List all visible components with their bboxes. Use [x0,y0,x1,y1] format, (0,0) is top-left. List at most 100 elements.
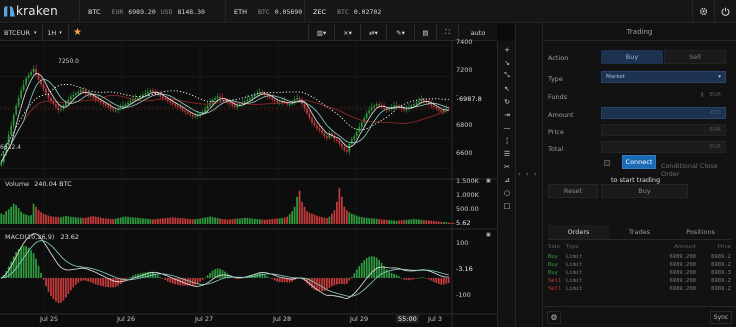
parallel-icon[interactable]: ⇥ [498,108,516,121]
tab-positions[interactable]: Positions [670,225,731,239]
shape-icon[interactable]: ⊿ [498,173,516,186]
amount-input[interactable]: BTC [601,107,726,119]
volume-bar [231,219,234,224]
volume-bar [261,219,264,224]
high-annotation: 7250.0 [58,58,79,65]
volume-bar [164,218,167,224]
hline-icon[interactable]: ↖ [498,82,516,95]
macd-histogram-bar [395,274,398,278]
candle-body [298,98,301,100]
brush-icon[interactable]: ✂ [498,160,516,173]
candle-body [152,90,154,92]
macd-title: MACD(10,26,9) 23.62 [5,233,79,241]
ray-icon[interactable]: ⤡ [498,69,516,82]
macd-histogram-bar [445,278,448,284]
volume-bar [388,220,390,224]
chevron-left-icon[interactable]: ‹ [518,171,520,178]
candle-body [171,102,174,105]
fullscreen-button[interactable]: ⛶ [436,24,458,41]
sync-button[interactable]: Sync [710,311,732,324]
crosshair-icon[interactable]: + [498,43,516,56]
price-input[interactable]: EUR [601,124,726,136]
ticker-eth[interactable]: ETH BTC 0.05690 [225,0,303,23]
total-input[interactable]: EUR [601,141,726,153]
gear-icon[interactable] [692,0,714,23]
logout-icon[interactable] [714,0,736,23]
volume-bar [30,215,32,224]
ticker-btc[interactable]: BTC EUR 6989.20 USD 8148.30 [79,0,205,23]
draw-button[interactable]: ✎▾ [386,24,414,41]
volume-bar [398,220,400,224]
order-row[interactable]: Sell Limit 6989.200 6989.2 [548,278,731,284]
interval-selector[interactable]: 1H ▾ [42,24,66,41]
panel-collapse-strip[interactable]: ‹ ‹ › [515,23,543,327]
rect-icon[interactable]: □ [498,199,516,212]
collapse-panel-icon[interactable]: ▣ [486,232,491,238]
order-row[interactable]: Buy Limit 6989.200 6989.2 [548,262,731,268]
volume-bar [69,216,72,224]
layout-button[interactable]: ▤ [414,24,436,41]
buy-toggle[interactable]: Buy [601,50,663,64]
date-label: Jul 27 [195,315,214,323]
price-chart[interactable]: 7400 7200 7000 6800 6600 6987.8 7250.0 6… [0,38,497,327]
close-order-checkbox[interactable] [604,160,610,166]
macd-histogram-bar [55,278,57,302]
macd-histogram-bar [114,278,117,287]
compare-button[interactable]: ⇄▾ [360,24,386,41]
trend-line-icon[interactable]: ↘ [498,56,516,69]
candle-body [435,107,438,109]
candle-body [214,98,216,100]
macd-histogram-bar [326,278,328,291]
macd-histogram-bar [283,278,286,283]
candle-body [343,146,346,151]
kraken-logo[interactable]: kraken [4,4,58,18]
connect-button[interactable]: Connect [622,155,656,169]
volume-bar [343,206,346,224]
order-row[interactable]: Sell Limit 6989.200 6989.2 [548,286,731,292]
chart-canvas[interactable] [0,41,497,327]
text-icon[interactable]: ╎ [498,134,516,147]
candle-body [303,104,306,109]
macd-histogram-bar [343,278,346,285]
chevron-right-icon[interactable]: › [534,171,536,178]
start-trading-text: to start trading [611,176,661,184]
trading-panel: Trading Action Buy Sell Type Market ▾ Fu… [543,23,736,327]
candle-body [181,108,184,111]
reset-button[interactable]: Reset [548,184,598,198]
favorite-button[interactable]: ★ [68,24,86,41]
volume-bar [216,218,219,224]
order-price: 6989.2 [711,286,731,292]
tab-trades[interactable]: Trades [609,225,670,239]
collapse-panel-icon[interactable]: ▣ [486,178,491,184]
order-type-value: Market [606,74,625,80]
macd-histogram-bar [40,272,42,278]
chevron-left-icon[interactable]: ‹ [526,171,528,178]
ticker-value: 0.05690 [274,7,303,16]
candle-body [10,125,13,135]
measure-icon[interactable]: ☰ [498,147,516,160]
indicators-button[interactable]: ⨯▾ [334,24,360,41]
close-order-label: Conditional Close Order [661,162,718,178]
order-row[interactable]: Buy Limit 6989.200 6989.3 [548,270,731,276]
order-type-select[interactable]: Market ▾ [601,71,726,83]
fib-icon[interactable]: — [498,121,516,134]
sell-toggle[interactable]: Sell [664,50,726,64]
vline-icon[interactable]: ↻ [498,95,516,108]
pair-selector[interactable]: BTCEUR ▾ [4,24,40,41]
submit-buy-button[interactable]: Buy [601,184,688,198]
volume-bar [27,215,30,224]
volume-bar [445,222,448,224]
macd-histogram-bar [388,271,390,278]
chart-type-button[interactable]: ▥▾ [308,24,334,41]
tab-orders[interactable]: Orders [548,225,609,239]
candle-body [179,107,182,109]
order-row[interactable]: Buy Limit 6989.200 6989.2 [548,254,731,260]
gear-icon[interactable]: ⚙ [547,311,561,324]
circle-icon[interactable]: ○ [498,186,516,199]
candle-body [194,116,197,118]
volume-bar [427,220,430,224]
kraken-logo-mark-icon [4,5,15,17]
candle-body [246,99,249,102]
ticker-zec[interactable]: ZEC BTC 0.02702 [304,0,384,23]
candle-body [440,110,443,112]
